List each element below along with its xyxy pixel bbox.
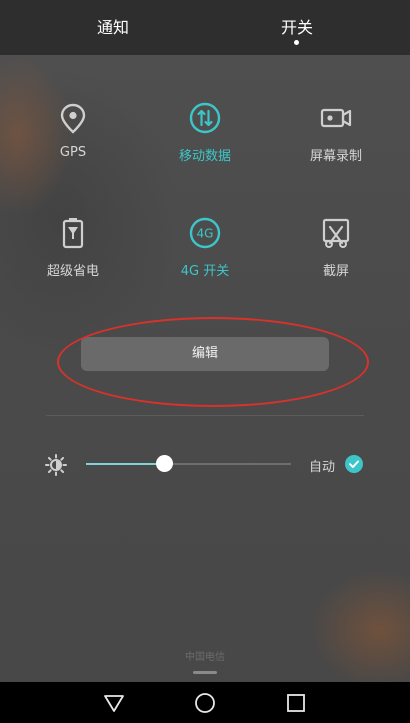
toggle-gps[interactable]: GPS: [8, 101, 138, 160]
brightness-slider-fill: [86, 463, 164, 465]
back-icon[interactable]: [103, 692, 125, 714]
check-icon: [349, 460, 359, 468]
screenshot-icon: [322, 218, 350, 248]
mobile-data-icon: [189, 102, 221, 134]
lte-4g-icon: 4G: [189, 217, 221, 249]
toggle-label: GPS: [59, 145, 87, 160]
selected-tab-indicator: [294, 40, 299, 45]
carrier-label: 中国电信: [185, 652, 225, 663]
brightness-slider-thumb[interactable]: [156, 455, 173, 472]
toggle-badge: 4G: [197, 227, 214, 241]
toggle-label: 4G 开关: [180, 264, 230, 279]
home-icon[interactable]: [194, 692, 216, 714]
toggle-label: 超级省电: [46, 264, 99, 279]
panel-header: 通知 开关: [0, 0, 410, 55]
toggle-screen-record[interactable]: 屏幕录制: [271, 101, 401, 164]
auto-brightness-checkbox[interactable]: [345, 455, 363, 473]
location-pin-icon: [60, 103, 86, 134]
toggle-label: 移动数据: [178, 149, 231, 164]
auto-brightness-label: 自动: [309, 460, 336, 475]
toggle-4g[interactable]: 4G 4G 开关: [140, 216, 270, 279]
toggle-label: 截屏: [322, 264, 349, 279]
toggle-battery-saver[interactable]: 超级省电: [8, 216, 138, 279]
toggle-label: 屏幕录制: [309, 149, 362, 164]
screen-record-icon: [320, 108, 352, 128]
toggle-mobile-data[interactable]: 移动数据: [140, 101, 270, 164]
tab-notifications[interactable]: 通知: [53, 14, 173, 38]
tab-switches[interactable]: 开关: [237, 14, 357, 38]
drag-handle[interactable]: [193, 671, 217, 674]
brightness-icon: [45, 454, 67, 476]
recents-icon[interactable]: [285, 692, 307, 714]
divider: [46, 415, 364, 416]
battery-saver-icon: [62, 218, 84, 249]
quick-settings-panel: 通知 开关 GPS 移动数据 屏幕录制 超级省电 4G 4G 开关 截屏 编辑 …: [0, 0, 410, 723]
toggle-screenshot[interactable]: 截屏: [271, 216, 401, 279]
annotation-oval: [57, 317, 369, 407]
navigation-bar: [0, 682, 410, 723]
